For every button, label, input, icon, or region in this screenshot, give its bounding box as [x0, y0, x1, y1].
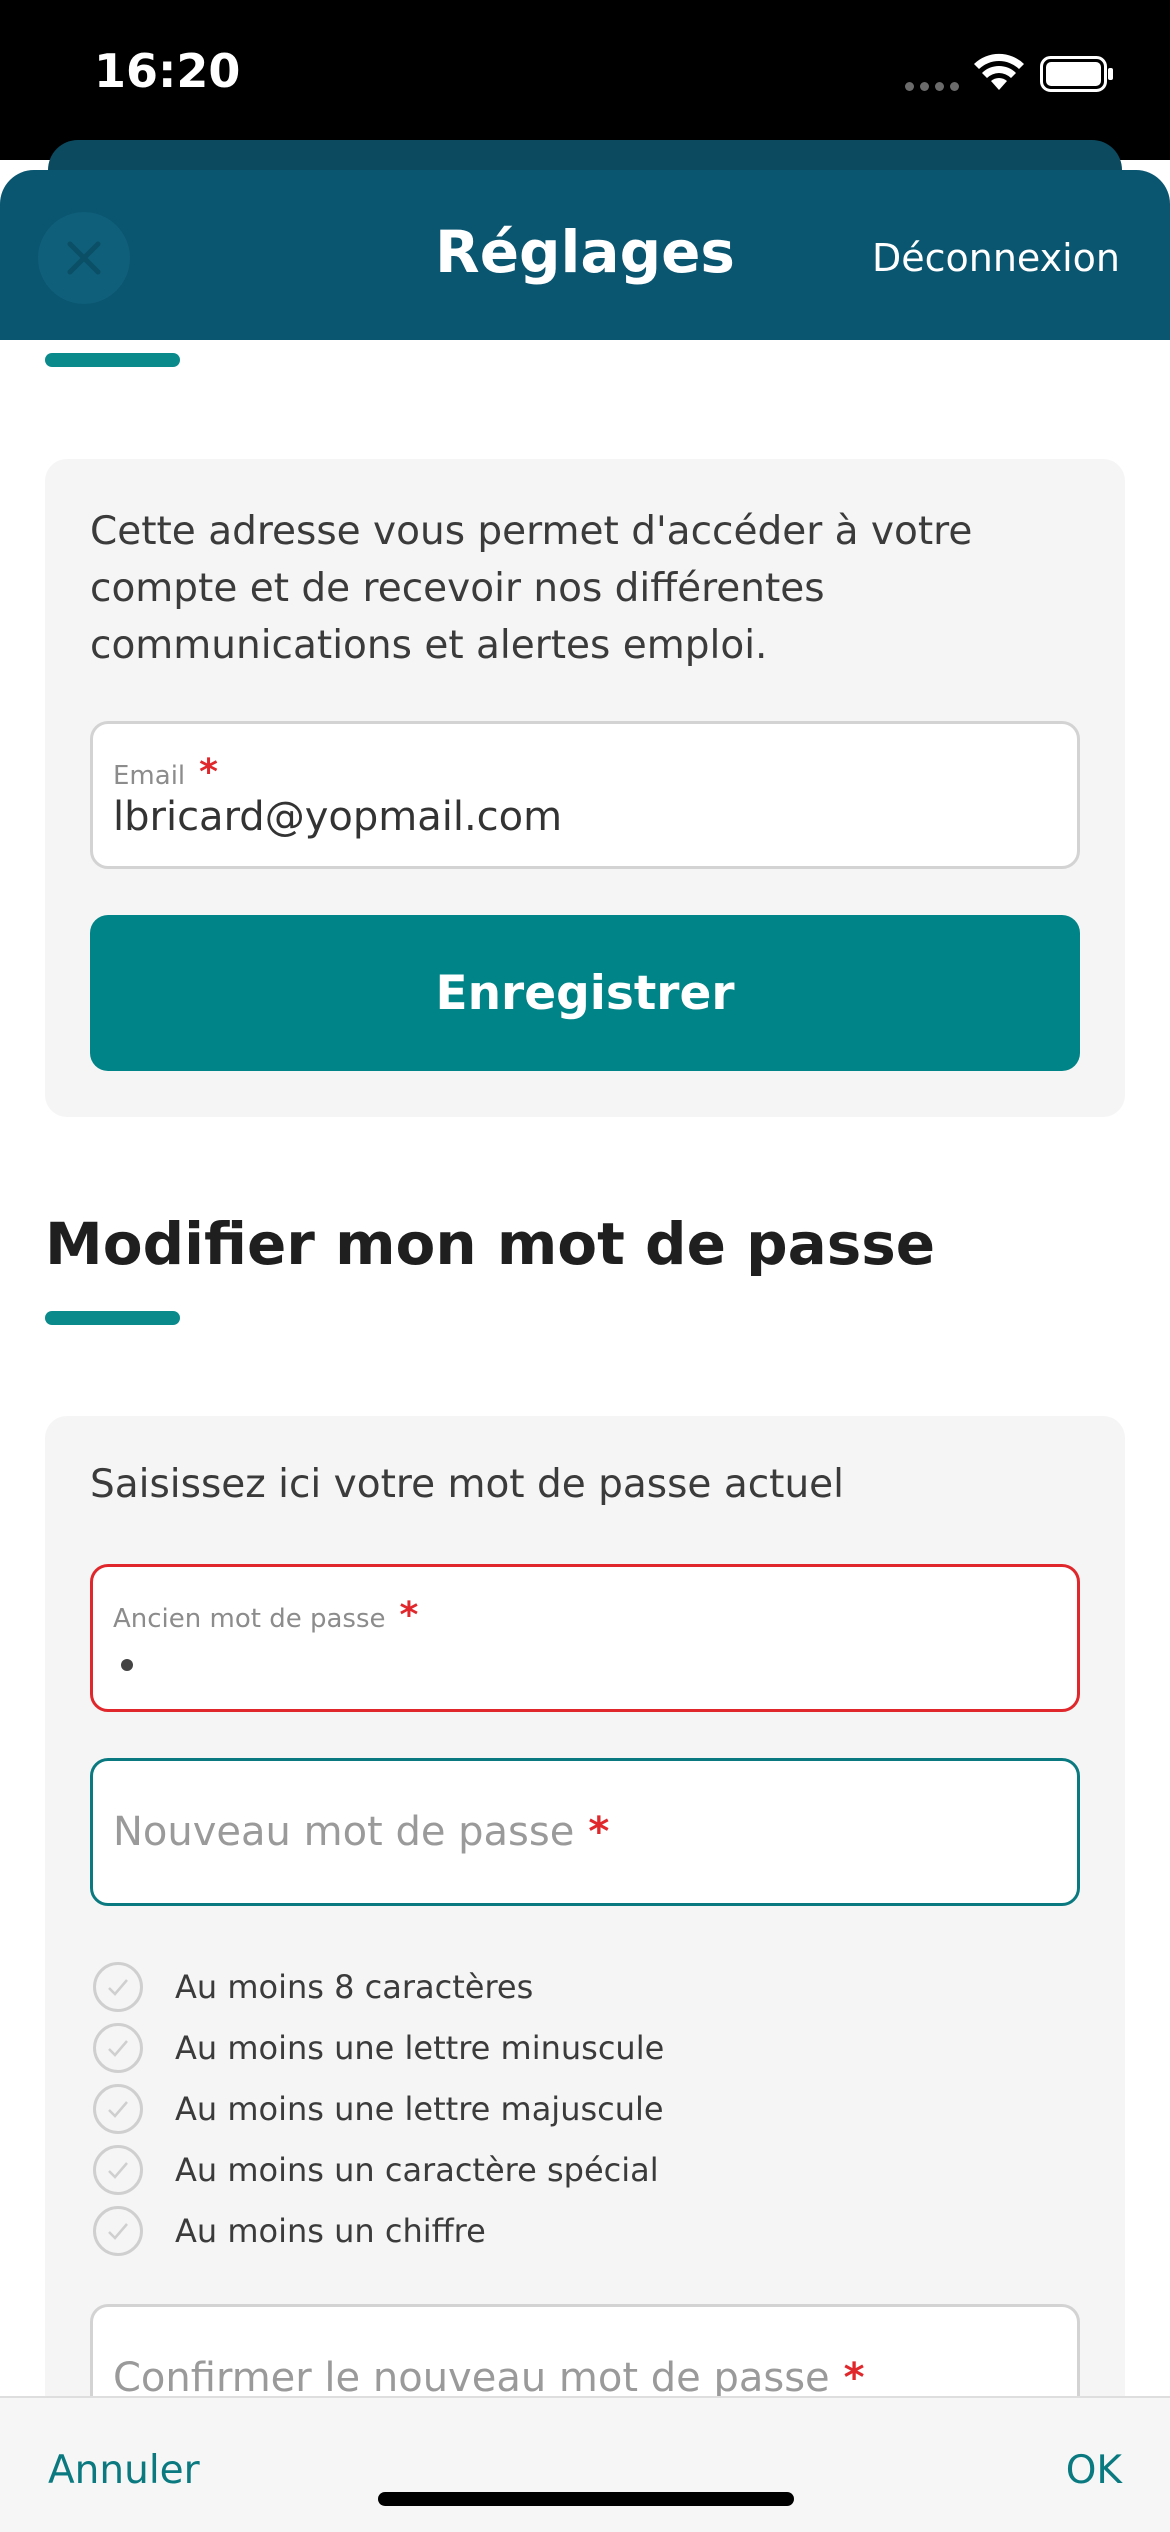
- password-section-title: Modifier mon mot de passe: [45, 1210, 936, 1278]
- password-card: Saisissez ici votre mot de passe actuel …: [45, 1416, 1125, 2532]
- rule-text: Au moins un caractère spécial: [175, 2150, 659, 2189]
- status-time: 16:20: [94, 44, 241, 98]
- new-password-placeholder: Nouveau mot de passe *: [113, 1809, 610, 1855]
- list-item: Au moins un caractère spécial: [93, 2139, 664, 2200]
- check-icon: [93, 1961, 143, 2012]
- password-intro-text: Saisissez ici votre mot de passe actuel: [90, 1462, 845, 1507]
- old-password-label: Ancien mot de passe *: [113, 1595, 419, 1636]
- save-button[interactable]: Enregistrer: [90, 915, 1080, 1071]
- password-rules-list: Au moins 8 caractères Au moins une lettr…: [93, 1956, 664, 2261]
- battery-icon: [1040, 56, 1113, 92]
- cellular-signal-icon: [905, 82, 959, 91]
- header: Réglages Déconnexion: [0, 170, 1170, 340]
- logout-button[interactable]: Déconnexion: [872, 236, 1120, 280]
- required-mark: *: [199, 752, 218, 793]
- rule-text: Au moins un chiffre: [175, 2211, 486, 2250]
- keyboard-toolbar: Annuler OK: [0, 2396, 1170, 2532]
- email-field[interactable]: Email * lbricard@yopmail.com: [90, 721, 1080, 869]
- email-field-label: Email *: [113, 752, 218, 793]
- check-icon: [93, 2022, 143, 2073]
- section-underline: [45, 1311, 180, 1325]
- section-underline: [45, 353, 180, 367]
- old-password-field[interactable]: Ancien mot de passe *: [90, 1564, 1080, 1712]
- check-icon: [93, 2205, 143, 2256]
- rule-text: Au moins une lettre minuscule: [175, 2028, 665, 2067]
- required-mark: *: [399, 1595, 419, 1636]
- list-item: Au moins 8 caractères: [93, 1956, 664, 2017]
- email-field-value[interactable]: lbricard@yopmail.com: [113, 794, 562, 840]
- password-mask-dot: [121, 1659, 133, 1671]
- required-mark: *: [588, 1809, 610, 1855]
- cancel-button[interactable]: Annuler: [48, 2448, 200, 2493]
- required-mark: *: [843, 2355, 865, 2401]
- confirm-password-placeholder: Confirmer le nouveau mot de passe *: [113, 2355, 865, 2401]
- ok-button[interactable]: OK: [1066, 2448, 1122, 2493]
- new-password-field[interactable]: Nouveau mot de passe *: [90, 1758, 1080, 1906]
- list-item: Au moins une lettre majuscule: [93, 2078, 664, 2139]
- check-icon: [93, 2144, 143, 2195]
- wifi-icon: [974, 53, 1024, 90]
- list-item: Au moins une lettre minuscule: [93, 2017, 664, 2078]
- list-item: Au moins un chiffre: [93, 2200, 664, 2261]
- rule-text: Au moins une lettre majuscule: [175, 2089, 664, 2128]
- rule-text: Au moins 8 caractères: [175, 1967, 534, 2006]
- home-indicator[interactable]: [378, 2492, 794, 2506]
- check-icon: [93, 2083, 143, 2134]
- email-intro-text: Cette adresse vous permet d'accéder à vo…: [90, 509, 973, 668]
- email-card: Cette adresse vous permet d'accéder à vo…: [45, 459, 1125, 1117]
- status-bar: 16:20: [0, 0, 1170, 160]
